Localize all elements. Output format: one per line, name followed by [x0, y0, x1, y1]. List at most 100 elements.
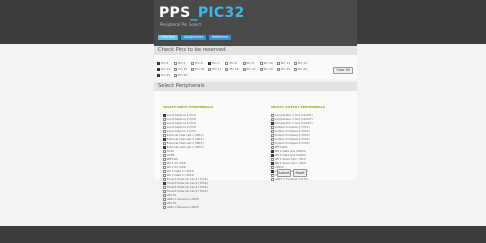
checkbox[interactable]	[163, 186, 166, 189]
pins-grid: Pin 4 Pin 5 Pin 6 Pin 7 Pin 8 Pin 9 Pin 10 Pin …	[157, 61, 311, 77]
checkbox[interactable]	[163, 126, 166, 129]
checkbox[interactable]	[208, 67, 212, 71]
checkbox[interactable]	[163, 154, 166, 157]
checkbox[interactable]	[174, 67, 178, 71]
tab-reference[interactable]: Reference	[209, 35, 232, 40]
pin-checkbox[interactable]: Pin 4	[157, 61, 174, 65]
checkbox-label: Pin 14	[161, 67, 171, 71]
checkbox[interactable]	[163, 162, 166, 165]
pin-checkbox[interactable]: Pin 26	[174, 73, 191, 77]
checkbox[interactable]	[293, 61, 297, 65]
checkbox[interactable]	[157, 67, 160, 71]
bottom-background-band	[0, 226, 486, 243]
checkbox[interactable]	[293, 67, 297, 71]
checkbox[interactable]	[271, 130, 274, 133]
title-part-1: PPS	[159, 5, 191, 21]
checkbox[interactable]	[163, 138, 166, 141]
pin-checkbox[interactable]: Pin 22	[259, 67, 277, 71]
checkbox[interactable]	[271, 178, 274, 181]
checkbox[interactable]	[163, 206, 166, 209]
checkbox[interactable]	[191, 61, 195, 65]
checkbox-label: UART 2 Transmit (U2TX)	[274, 177, 309, 181]
checkbox[interactable]	[163, 158, 166, 161]
checkbox[interactable]	[157, 73, 160, 77]
checkbox[interactable]	[225, 61, 229, 65]
checkbox[interactable]	[163, 174, 166, 177]
checkbox-label: Pin 10	[263, 61, 273, 65]
checkbox[interactable]	[271, 138, 274, 141]
checkbox[interactable]	[225, 67, 229, 71]
checkbox[interactable]	[276, 61, 280, 65]
checkbox[interactable]	[208, 61, 212, 65]
pin-checkbox[interactable]: Pin 14	[157, 67, 174, 71]
checkbox[interactable]	[163, 190, 166, 193]
output-peripheral-checkbox[interactable]: UART 2 Transmit (U2TX)	[271, 178, 313, 181]
checkbox[interactable]	[271, 142, 274, 145]
checkbox[interactable]	[271, 150, 274, 153]
pin-checkbox[interactable]: Pin 12	[293, 61, 311, 65]
checkbox[interactable]	[163, 142, 166, 145]
checkbox[interactable]	[163, 194, 166, 197]
submit-button[interactable]: Submit	[277, 169, 291, 177]
checkbox-label: Pin 4	[161, 61, 169, 65]
checkbox-label: Pin 21	[246, 67, 256, 71]
pin-checkbox[interactable]: Pin 7	[208, 61, 225, 65]
checkbox[interactable]	[271, 158, 274, 161]
reset-button[interactable]: Reset	[293, 169, 307, 177]
checkbox[interactable]	[242, 61, 246, 65]
checkbox[interactable]	[163, 202, 166, 205]
checkbox[interactable]	[276, 67, 280, 71]
pin-checkbox[interactable]: Pin 24	[293, 67, 311, 71]
checkbox[interactable]	[163, 122, 166, 125]
checkbox[interactable]	[174, 61, 178, 65]
checkbox[interactable]	[271, 114, 274, 117]
pin-checkbox[interactable]: Pin 9	[242, 61, 260, 65]
checkbox[interactable]	[259, 67, 263, 71]
pin-checkbox[interactable]: Pin 11	[276, 61, 294, 65]
checkbox[interactable]	[163, 114, 166, 117]
checkbox[interactable]	[163, 178, 166, 181]
checkbox[interactable]	[191, 67, 195, 71]
checkbox[interactable]	[271, 122, 274, 125]
checkbox[interactable]	[271, 170, 274, 173]
checkbox[interactable]	[242, 67, 246, 71]
pin-checkbox[interactable]: Pin 5	[174, 61, 191, 65]
pin-checkbox[interactable]: Pin 18	[225, 67, 242, 71]
checkbox[interactable]	[271, 174, 274, 177]
input-peripheral-checkbox[interactable]: UART 2 Receive (U2RX)	[163, 206, 208, 209]
pin-checkbox[interactable]: Pin 25	[157, 73, 174, 77]
checkbox[interactable]	[271, 166, 274, 169]
checkbox[interactable]	[163, 130, 166, 133]
checkbox[interactable]	[163, 118, 166, 121]
pin-checkbox[interactable]: Pin 17	[208, 67, 225, 71]
checkbox[interactable]	[163, 170, 166, 173]
checkbox[interactable]	[163, 182, 166, 185]
checkbox[interactable]	[163, 134, 166, 137]
output-peripherals-heading: SELECT OUTPUT PERIPHERALS	[271, 105, 325, 109]
checkbox[interactable]	[271, 126, 274, 129]
pin-checkbox[interactable]: Pin 6	[191, 61, 208, 65]
tab-assignment[interactable]: Assignment	[181, 35, 207, 40]
pin-checkbox[interactable]: Pin 16	[191, 67, 208, 71]
checkbox[interactable]	[271, 154, 274, 157]
checkbox[interactable]	[271, 118, 274, 121]
checkbox-label: Pin 6	[195, 61, 203, 65]
checkbox[interactable]	[271, 134, 274, 137]
tab-interface[interactable]: Interface	[158, 35, 179, 40]
checkbox[interactable]	[163, 146, 166, 149]
pin-checkbox[interactable]: Pin 15	[174, 67, 191, 71]
checkbox[interactable]	[163, 166, 166, 169]
clear-all-button[interactable]: Clear All	[333, 67, 353, 74]
checkbox[interactable]	[163, 198, 166, 201]
checkbox[interactable]	[163, 150, 166, 153]
checkbox[interactable]	[259, 61, 263, 65]
pin-checkbox[interactable]: Pin 23	[276, 67, 294, 71]
checkbox[interactable]	[271, 162, 274, 165]
pin-checkbox[interactable]: Pin 10	[259, 61, 277, 65]
pin-checkbox[interactable]: Pin 8	[225, 61, 242, 65]
checkbox[interactable]	[271, 146, 274, 149]
pin-checkbox[interactable]: Pin 21	[242, 67, 260, 71]
checkbox-label: Pin 24	[297, 67, 308, 71]
checkbox[interactable]	[157, 61, 160, 65]
checkbox[interactable]	[174, 73, 178, 77]
